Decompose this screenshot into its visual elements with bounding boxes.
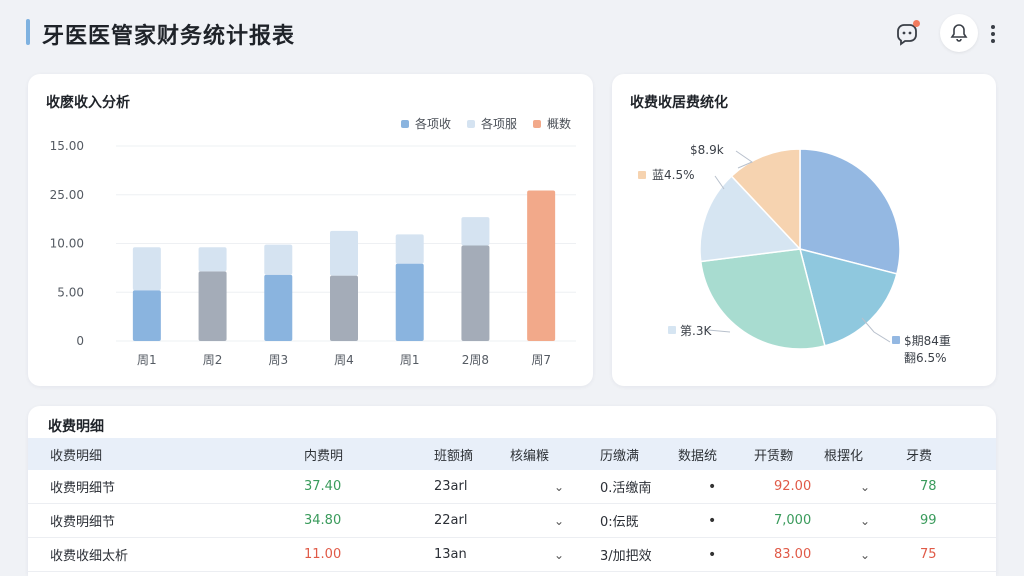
- table-cell: 7,000: [774, 513, 812, 528]
- bar-segment[interactable]: [198, 247, 227, 272]
- bar-segment[interactable]: [264, 244, 293, 275]
- table-row[interactable]: 收费明细节 37.40 23arl ⌄ 0.活缴南 • 92.00 ⌄ 78: [28, 470, 996, 504]
- x-tick-label: 周7: [531, 353, 551, 367]
- bar-segment[interactable]: [330, 230, 358, 276]
- table-title: 收费明细: [48, 419, 104, 435]
- table-cell: 34.80: [304, 513, 342, 528]
- pie-chart: $8.9k 蓝4.5% 第.3K $期84重 翻6.5%: [638, 143, 951, 365]
- table-cell: 11.00: [304, 547, 342, 562]
- table-cell: 23arl: [434, 479, 468, 494]
- x-tick-label: 周4: [334, 353, 354, 367]
- bar-segment[interactable]: [395, 263, 424, 341]
- bar-segment[interactable]: [132, 290, 161, 341]
- table-cell: 99: [920, 513, 937, 528]
- y-tick-label: 25.00: [50, 188, 84, 202]
- bar-segment[interactable]: [395, 234, 424, 264]
- income-analysis-card: 收麽收入分析 各项收 各项服 概数 0 5.00 10.00 25.00 15.00 周1 周2…: [28, 74, 593, 386]
- dot-icon: •: [708, 546, 717, 563]
- y-tick-label: 10.00: [50, 237, 84, 251]
- table-row[interactable]: 收费收细太析 11.00 13an ⌄ 3/加把效 • 83.00 ⌄ 75: [28, 538, 996, 572]
- bar-segment[interactable]: [330, 275, 358, 341]
- app-header: 牙医医管家财务统计报表: [0, 0, 1024, 64]
- bar-segment[interactable]: [132, 247, 161, 291]
- bar-segment[interactable]: [461, 217, 490, 246]
- table-cell: 收费收细太析: [50, 549, 129, 564]
- x-tick-label: 周1: [400, 353, 420, 367]
- table-cell: 收费明细节: [50, 515, 116, 530]
- table-cell: 83.00: [774, 547, 812, 562]
- column-header: 收费明细: [50, 448, 103, 464]
- bar-chart: 0 5.00 10.00 25.00 15.00 周1 周2 周3 周4 周1 2周8 周7: [50, 139, 576, 367]
- table-cell: 3/加把效: [600, 549, 652, 564]
- table-cell: 78: [920, 479, 937, 494]
- pie-label-top: $8.9k: [690, 143, 724, 157]
- table-row[interactable]: 收费明细节 34.80 22arl ⌄ 0:伝既 • 7,000 ⌄ 99: [28, 504, 996, 538]
- page-title: 牙医医管家财务统计报表: [42, 24, 296, 49]
- chevron-down-icon[interactable]: ⌄: [860, 538, 870, 571]
- x-tick-label: 2周8: [462, 353, 489, 367]
- chevron-down-icon[interactable]: ⌄: [554, 538, 564, 571]
- column-header: 开赁覅: [754, 448, 794, 464]
- notification-dot: [913, 20, 920, 27]
- bar-segment[interactable]: [527, 190, 556, 342]
- ai-assistant-icon[interactable]: [892, 20, 922, 48]
- chevron-down-icon[interactable]: ⌄: [554, 504, 564, 537]
- x-tick-label: 周2: [203, 353, 223, 367]
- column-header: 核编糇: [510, 448, 550, 464]
- table-cell: 0.活缴南: [600, 481, 652, 496]
- column-header: 历缴满: [600, 448, 640, 464]
- bar-segment[interactable]: [461, 245, 490, 341]
- pie-label-right-2: 翻6.5%: [904, 351, 947, 365]
- dot-icon: •: [708, 478, 717, 495]
- x-tick-label: 周1: [137, 353, 157, 367]
- table-cell: 37.40: [304, 479, 342, 494]
- table-cell: 收费明细节: [50, 481, 116, 496]
- more-vertical-icon[interactable]: [986, 20, 1000, 48]
- table-cell: 22arl: [434, 513, 468, 528]
- column-header: 数据统: [678, 448, 718, 464]
- table-cell: 0:伝既: [600, 515, 639, 530]
- pie-label-left-swatch: [638, 171, 646, 179]
- y-tick-label: 15.00: [50, 139, 84, 153]
- y-tick-label: 5.00: [57, 285, 84, 299]
- bar-segment[interactable]: [264, 274, 293, 341]
- table-cell: 13an: [434, 547, 467, 562]
- title-accent-bar: [26, 19, 30, 45]
- chevron-down-icon[interactable]: ⌄: [860, 504, 870, 537]
- fee-detail-card: 收费明细 收费明细 内费明 班额摘 核编糇 历缴满 数据统 开赁覅 根摆化 牙费…: [28, 406, 996, 576]
- chevron-down-icon[interactable]: ⌄: [860, 470, 870, 503]
- x-tick-label: 周3: [268, 353, 288, 367]
- column-header: 班额摘: [434, 448, 474, 464]
- bar-segment[interactable]: [198, 271, 227, 341]
- bell-icon[interactable]: [940, 14, 978, 52]
- pie-label-bottom-left: 第.3K: [680, 324, 712, 338]
- column-header: 根摆化: [824, 448, 864, 464]
- y-tick-label: 0: [76, 334, 84, 348]
- column-header: 内费明: [304, 448, 344, 464]
- dot-icon: •: [708, 512, 717, 529]
- table-cell: 75: [920, 547, 937, 562]
- pie-label-left: 蓝4.5%: [652, 168, 695, 182]
- pie-label-right-swatch: [892, 336, 900, 344]
- fee-statistics-card: 收费收居费统化 $8.9k 蓝4.5% 第.3K $期84重 翻6.5%: [612, 74, 996, 386]
- table-cell: 92.00: [774, 479, 812, 494]
- fee-detail-table: 收费明细 内费明 班额摘 核编糇 历缴满 数据统 开赁覅 根摆化 牙费 收费明细…: [28, 438, 996, 572]
- column-header: 牙费: [906, 448, 933, 464]
- pie-label-bottom-left-swatch: [668, 326, 676, 334]
- table-header-row: 收费明细 内费明 班额摘 核编糇 历缴满 数据统 开赁覅 根摆化 牙费: [28, 438, 996, 470]
- chevron-down-icon[interactable]: ⌄: [554, 470, 564, 503]
- pie-label-right-1: $期84重: [904, 334, 951, 348]
